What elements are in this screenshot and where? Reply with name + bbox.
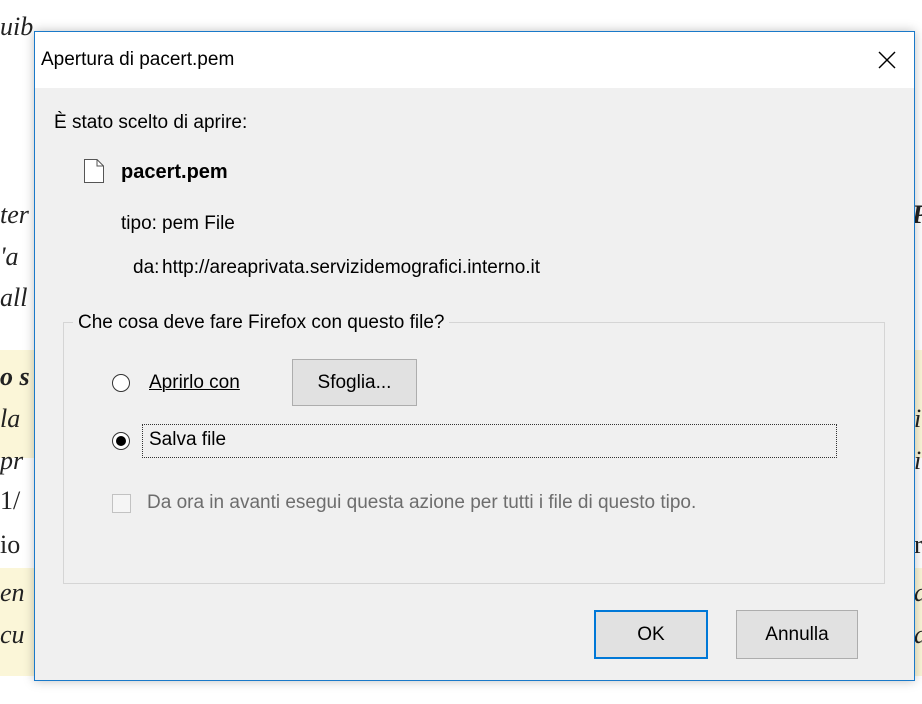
dialog-title: Apertura di pacert.pem <box>41 49 235 70</box>
close-icon <box>878 51 896 69</box>
ok-button[interactable]: OK <box>594 610 708 659</box>
close-button[interactable] <box>860 32 914 88</box>
background-text-fragment: cu <box>0 620 25 649</box>
background-text-fragment-right: a <box>914 620 922 650</box>
background-text-fragment: en <box>0 578 25 607</box>
cancel-button[interactable]: Annulla <box>736 610 858 659</box>
remember-choice-label: Da ora in avanti esegui questa azione pe… <box>147 492 697 513</box>
background-text-fragment-right: i <box>914 404 922 433</box>
background-text-fragment: 1/ <box>0 486 21 515</box>
background-text-fragment: ter <box>0 200 29 229</box>
background-text-fragment-right: i <box>914 446 922 475</box>
background-text-fragment-right: r <box>914 530 922 559</box>
background-text-fragment: o s <box>0 362 30 391</box>
type-value: pem File <box>162 213 235 234</box>
background-text-fragment-right: a <box>914 578 922 608</box>
background-text-fragment: uib <box>0 12 34 41</box>
source-url: http://areaprivata.servizidemografici.in… <box>162 257 541 278</box>
background-text-fragment: io <box>0 530 21 559</box>
source-label: da: <box>133 257 160 278</box>
browse-button[interactable]: Sfoglia... <box>292 359 417 406</box>
title-bar[interactable]: Apertura di pacert.pem <box>35 32 914 88</box>
save-file-focus-outline <box>142 424 837 458</box>
open-with-radio[interactable] <box>112 374 130 392</box>
open-with-label[interactable]: Aprirlo con <box>149 372 240 394</box>
background-text-fragment: pr <box>0 446 24 475</box>
background-text-fragment: la <box>0 404 21 433</box>
file-name: pacert.pem <box>121 161 228 183</box>
intro-text: È stato scelto di aprire: <box>54 112 248 133</box>
save-file-radio[interactable] <box>112 432 130 450</box>
action-group-label: Che cosa deve fare Firefox con questo fi… <box>73 312 450 334</box>
background-text-fragment: all <box>0 283 28 312</box>
background-text-fragment: 'a <box>0 242 19 271</box>
open-file-dialog: Apertura di pacert.pem È stato scelto di… <box>34 31 915 681</box>
remember-choice-checkbox[interactable] <box>112 494 131 513</box>
type-label: tipo: <box>121 213 157 234</box>
save-file-label[interactable]: Salva file <box>149 429 226 451</box>
file-icon <box>84 159 104 183</box>
